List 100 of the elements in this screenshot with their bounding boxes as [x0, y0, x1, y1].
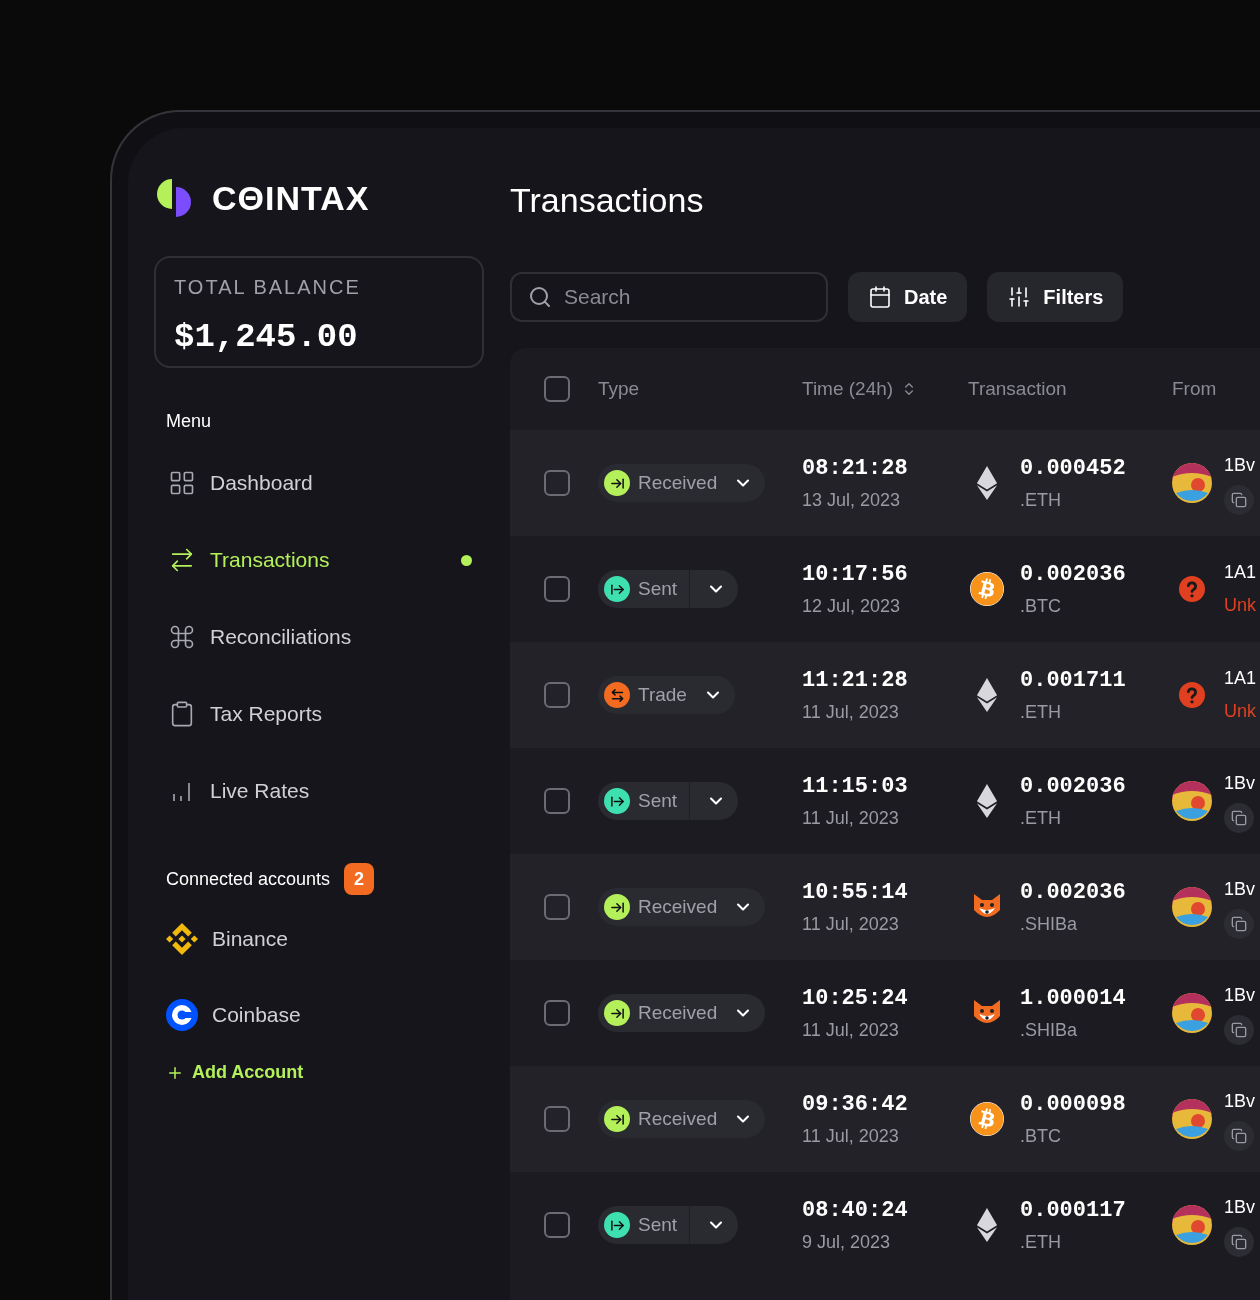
- nav-item[interactable]: Tax Reports: [154, 692, 484, 736]
- checkbox[interactable]: [544, 1212, 570, 1238]
- date-text: 11 Jul, 2023: [802, 913, 900, 936]
- copy-button[interactable]: [1224, 802, 1254, 833]
- address-text: 1Bv: [1224, 877, 1257, 901]
- diamond-logo-icon: [166, 923, 198, 955]
- type-dropdown[interactable]: Received: [598, 888, 766, 926]
- type-icon: [604, 1212, 630, 1238]
- unknown-label: Unk: [1224, 700, 1257, 723]
- type-dropdown[interactable]: Trade: [598, 676, 735, 714]
- unknown-label: Unk: [1224, 594, 1257, 617]
- account-item[interactable]: Binance: [154, 917, 484, 961]
- type-icon: [604, 576, 630, 602]
- copy-icon: [1231, 1233, 1247, 1250]
- question-icon: [1179, 576, 1205, 602]
- address-text: 1Bv: [1224, 1195, 1257, 1219]
- account-item[interactable]: Coinbase: [154, 993, 484, 1037]
- copy-button[interactable]: [1224, 908, 1254, 939]
- search-icon: [528, 285, 552, 309]
- avatar-icon: [1172, 1205, 1212, 1245]
- sliders-icon: [1007, 285, 1032, 309]
- date-text: 11 Jul, 2023: [802, 1125, 900, 1148]
- address-text: 1Bv: [1224, 1089, 1257, 1113]
- time-text: 10:17:56: [802, 561, 909, 589]
- type-dropdown[interactable]: Received: [598, 1100, 766, 1138]
- date-text: 11 Jul, 2023: [802, 701, 900, 724]
- type-dropdown[interactable]: Received: [598, 464, 766, 502]
- checkbox[interactable]: [544, 376, 570, 402]
- amount-text: 0.002036: [1020, 773, 1126, 801]
- filters-button[interactable]: Filters: [987, 272, 1124, 322]
- time-text: 08:40:24: [802, 1197, 909, 1225]
- address-text: 1A1: [1224, 561, 1258, 584]
- copy-button[interactable]: [1224, 1226, 1254, 1257]
- table-row[interactable]: Received 10:55:14 11 Jul, 2023 0.002036 .SHIBa 1Bv: [510, 854, 1260, 960]
- time-text: 10:55:14: [802, 879, 909, 907]
- nav-item[interactable]: Transactions: [154, 538, 484, 582]
- type-dropdown[interactable]: Sent: [598, 570, 739, 608]
- time-text: 10:25:24: [802, 985, 909, 1013]
- copy-icon: [1231, 1021, 1247, 1038]
- checkbox[interactable]: [544, 1000, 570, 1026]
- copy-button[interactable]: [1224, 484, 1254, 515]
- type-dropdown[interactable]: Sent: [598, 1206, 739, 1244]
- copy-button[interactable]: [1224, 1120, 1254, 1151]
- date-text: 13 Jul, 2023: [802, 489, 902, 512]
- address-text: 1Bv: [1224, 983, 1257, 1007]
- amount-text: 1.000014: [1020, 985, 1126, 1013]
- c-logo-icon: [166, 999, 198, 1031]
- time-text: 08:21:28: [802, 455, 909, 483]
- type-icon: [604, 1106, 630, 1132]
- type-icon: [604, 470, 630, 496]
- avatar-icon: [1172, 781, 1212, 821]
- checkbox[interactable]: [544, 682, 570, 708]
- type-dropdown[interactable]: Sent: [598, 782, 739, 820]
- type-icon: [604, 1000, 630, 1026]
- currency-text: .BTC: [1020, 1125, 1062, 1148]
- checkbox[interactable]: [544, 576, 570, 602]
- checkbox[interactable]: [544, 788, 570, 814]
- checkbox[interactable]: [544, 470, 570, 496]
- copy-icon: [1231, 491, 1247, 508]
- date-text: 12 Jul, 2023: [802, 595, 902, 618]
- date-button[interactable]: Date: [848, 272, 968, 322]
- table-row[interactable]: Received 09:36:42 11 Jul, 2023 0.000098 .BTC 1Bv: [510, 1066, 1260, 1172]
- search-field[interactable]: Search: [510, 272, 828, 322]
- sortable-column-header[interactable]: Time (24h): [802, 374, 968, 404]
- time-text: 11:15:03: [802, 773, 909, 801]
- column-header: Type: [598, 376, 641, 401]
- nav-item[interactable]: Live Rates: [154, 769, 484, 813]
- currency-text: .BTC: [1020, 595, 1062, 618]
- bitcoin-coin-icon: [970, 572, 1004, 606]
- nav-item[interactable]: Reconciliations: [154, 615, 484, 659]
- accounts-heading: Connected accounts: [166, 867, 331, 891]
- date-text: 11 Jul, 2023: [802, 807, 900, 830]
- address-text: 1Bv: [1224, 453, 1257, 477]
- grid-icon: [168, 469, 196, 497]
- table-row[interactable]: Received 08:21:28 13 Jul, 2023 0.000452 .ETH 1Bv: [510, 430, 1260, 536]
- amount-text: 0.001711: [1020, 667, 1126, 695]
- avatar-icon: [1172, 887, 1212, 927]
- bitcoin-coin-icon: [970, 1102, 1004, 1136]
- question-icon: [1179, 682, 1205, 708]
- table-row[interactable]: Trade 11:21:28 11 Jul, 2023 0.001711 .ETH 1A1 Unk: [510, 642, 1260, 748]
- type-dropdown[interactable]: Received: [598, 994, 766, 1032]
- page-title: Transactions: [510, 179, 705, 221]
- command-icon: [168, 623, 196, 651]
- copy-button[interactable]: [1224, 1014, 1254, 1045]
- balance-value: $1,245.00: [174, 317, 359, 358]
- nav-item[interactable]: Dashboard: [154, 461, 484, 505]
- amount-text: 0.002036: [1020, 879, 1126, 907]
- currency-text: .SHIBa: [1020, 1019, 1079, 1042]
- amount-text: 0.002036: [1020, 561, 1126, 589]
- currency-text: .ETH: [1020, 701, 1062, 724]
- logo-icon: [154, 177, 194, 219]
- type-icon: [604, 894, 630, 920]
- currency-text: .ETH: [1020, 807, 1062, 830]
- column-header: From: [1172, 376, 1217, 401]
- amount-text: 0.000117: [1020, 1197, 1126, 1225]
- checkbox[interactable]: [544, 1106, 570, 1132]
- avatar-icon: [1172, 1099, 1212, 1139]
- copy-icon: [1231, 809, 1247, 826]
- add-account-link[interactable]: Add Account: [166, 1059, 304, 1086]
- checkbox[interactable]: [544, 894, 570, 920]
